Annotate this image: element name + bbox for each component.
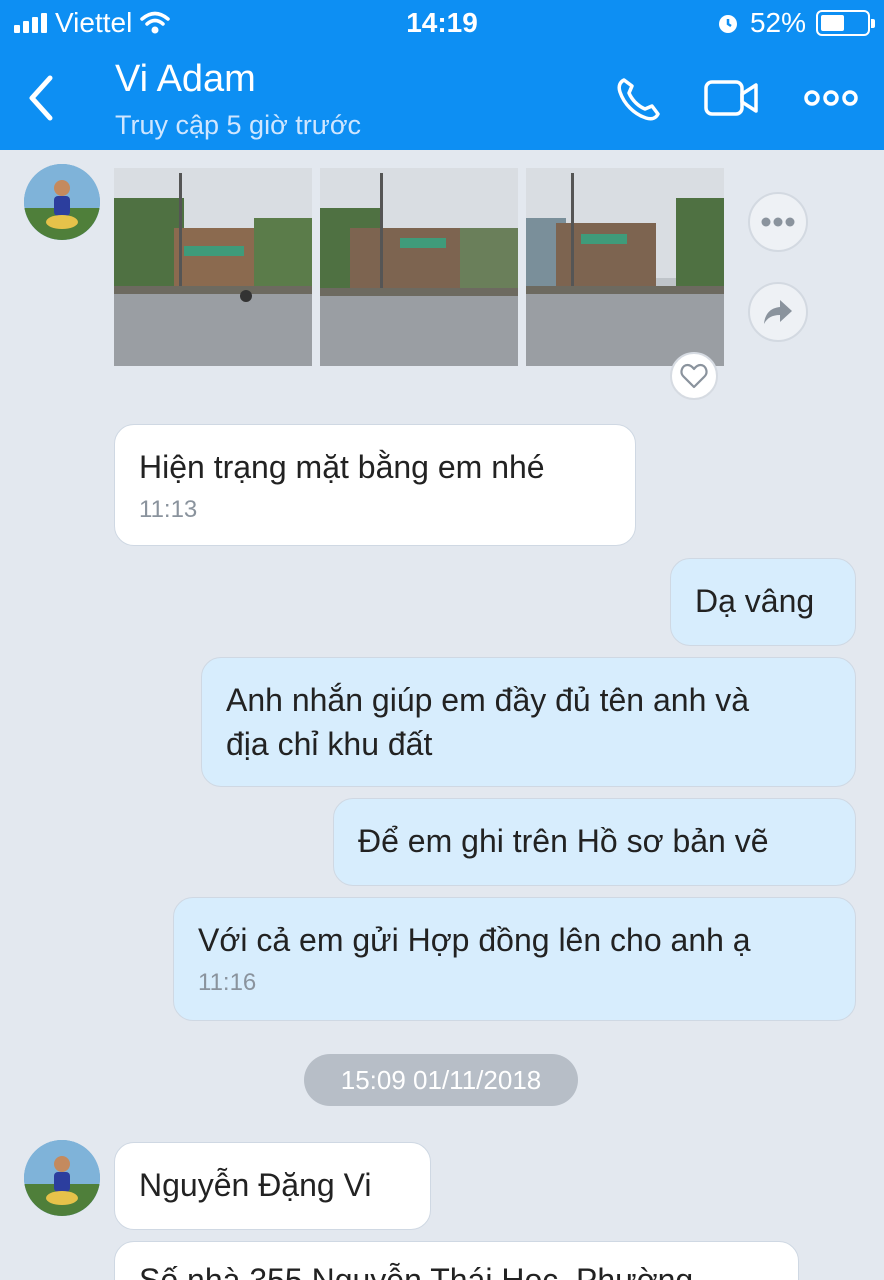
share-button[interactable] [748,282,808,342]
message-text: Với cả em gửi Hợp đồng lên cho anh ạ [198,922,751,958]
contact-name[interactable]: Vi Adam [115,58,256,101]
street-photo[interactable] [320,168,518,366]
battery-icon [816,10,875,36]
message-text: Nguyễn Đặng Vi [139,1167,372,1203]
message-bubble[interactable]: Hiện trạng mặt bằng em nhé 11:13 [114,424,636,546]
message-text: Để em ghi trên Hồ sơ bản vẽ [358,823,769,859]
message-text: địa chỉ khu đất [226,726,433,762]
video-icon[interactable] [702,72,760,124]
message-text: Anh nhắn giúp em đầy đủ tên anh và [226,682,750,718]
message-bubble[interactable]: Với cả em gửi Hợp đồng lên cho anh ạ 11:… [173,897,856,1021]
alarm-icon [718,15,737,33]
street-photo[interactable] [114,168,312,366]
last-seen: Truy cập 5 giờ trước [115,110,362,140]
react-button[interactable] [670,352,718,400]
more-options-button[interactable] [748,192,808,252]
more-icon[interactable] [802,72,860,124]
message-time: 11:16 [198,969,257,996]
avatar[interactable] [24,164,100,240]
status-bar: Viettel 14:19 52% [0,0,884,46]
phone-icon[interactable] [610,72,668,124]
message-bubble[interactable]: Để em ghi trên Hồ sơ bản vẽ [333,798,856,886]
message-bubble[interactable]: Số nhà 355 Nguyễn Thái Học, Phường [114,1241,799,1280]
message-bubble[interactable]: Dạ vâng [670,558,856,646]
heart-icon [680,363,708,389]
message-text: Số nhà 355 Nguyễn Thái Học, Phường [139,1262,694,1280]
more-icon [761,217,795,227]
avatar[interactable] [24,1140,100,1216]
message-bubble[interactable]: Nguyễn Đặng Vi [114,1142,431,1230]
chat-header: Viettel 14:19 52% Vi Adam Truy cập 5 giờ… [0,0,884,150]
back-icon[interactable] [20,72,64,124]
message-time: 11:13 [139,496,198,523]
street-photo[interactable] [526,168,724,366]
message-bubble[interactable]: Anh nhắn giúp em đầy đủ tên anh và địa c… [201,657,856,787]
photo-group[interactable] [114,168,724,366]
status-right: 52% [716,7,875,39]
battery-percent: 52% [749,7,806,38]
message-text: Hiện trạng mặt bằng em nhé [139,449,545,485]
share-icon [764,300,792,324]
message-text: Dạ vâng [695,583,815,619]
date-separator: 15:09 01/11/2018 [304,1054,578,1106]
